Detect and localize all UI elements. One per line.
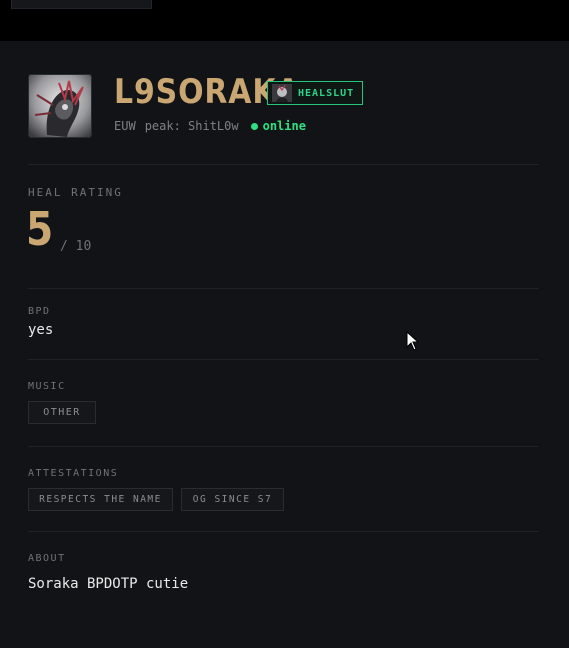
attestation-chip[interactable]: OG SINCE S7 — [181, 488, 284, 511]
peak-rank: peak: ShitL0w — [144, 119, 239, 133]
top-bar-tab[interactable] — [11, 0, 152, 9]
divider — [28, 359, 539, 360]
bpd-value: yes — [28, 322, 54, 338]
mouse-cursor-icon — [406, 331, 420, 351]
badge-label: HEALSLUT — [298, 87, 355, 99]
online-dot-icon — [250, 122, 258, 130]
music-label: MUSIC — [28, 381, 66, 392]
heal-rating-value: 5 — [26, 202, 54, 256]
top-bar — [0, 0, 569, 41]
avatar-image — [29, 75, 91, 137]
badge-avatar-icon — [272, 84, 292, 102]
avatar[interactable] — [28, 74, 92, 138]
about-text: Soraka BPDOTP cutie — [28, 576, 189, 592]
heal-rating-label: HEAL RATING — [28, 186, 123, 199]
profile-meta: EUW peak: ShitL0w online — [114, 118, 306, 134]
music-tag[interactable]: OTHER — [28, 401, 96, 424]
region-label: EUW — [114, 119, 136, 133]
divider — [28, 531, 539, 532]
about-label: ABOUT — [28, 553, 66, 564]
divider — [28, 446, 539, 447]
attestation-chip[interactable]: RESPECTS THE NAME — [28, 488, 173, 511]
heal-rating-max: / 10 — [60, 239, 92, 254]
attestations-label: ATTESTATIONS — [28, 468, 119, 479]
bpd-label: BPD — [28, 306, 51, 317]
title-badge[interactable]: HEALSLUT — [267, 81, 364, 105]
status-text: online — [262, 119, 306, 133]
divider — [28, 288, 539, 289]
divider — [28, 164, 539, 165]
